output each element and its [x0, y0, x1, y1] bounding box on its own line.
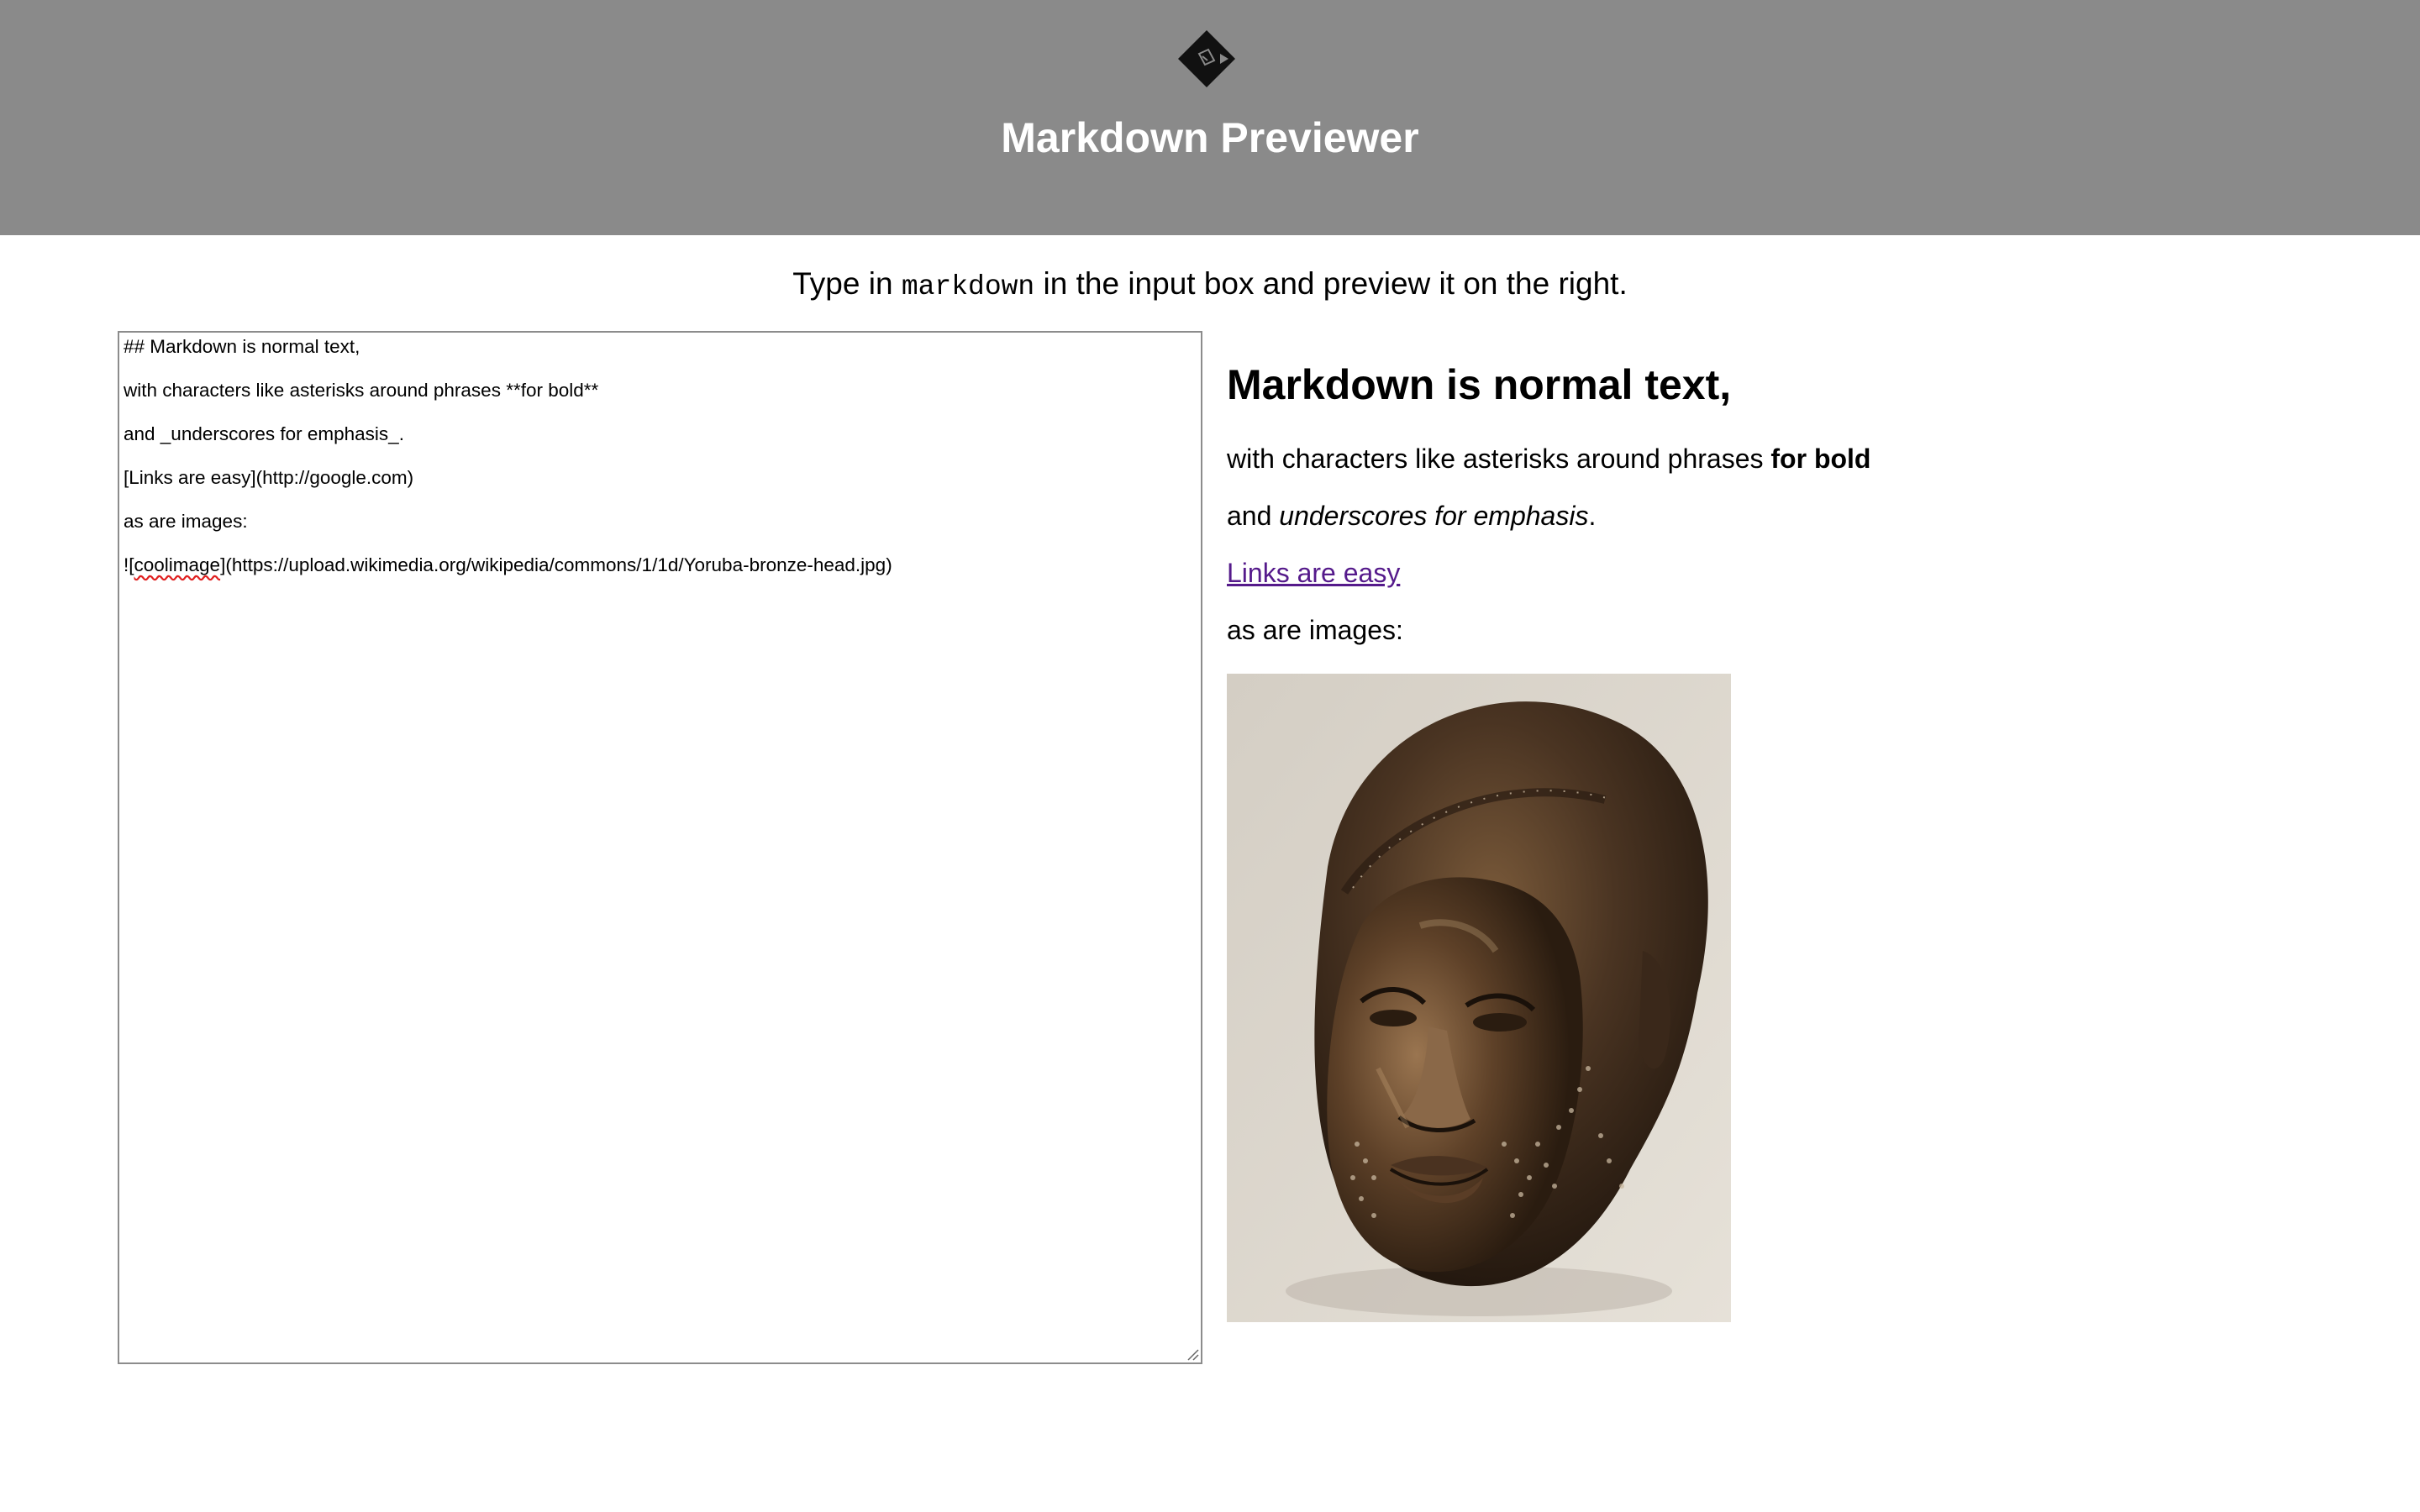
editor-line: ## Markdown is normal text, [124, 336, 360, 357]
editor-line: with characters like asterisks around ph… [124, 380, 599, 401]
intro-before: Type in [792, 266, 902, 301]
editor-line: as are images: [124, 511, 248, 532]
editor-image-prefix: ![ [124, 554, 134, 575]
editor-image-suffix: ](https://upload.wikimedia.org/wikipedia… [220, 554, 892, 575]
preview-emphasis-text: underscores for emphasis [1279, 501, 1589, 531]
markdown-diamond-logo-icon [1178, 30, 1235, 87]
editor-line: and _underscores for emphasis_. [124, 423, 404, 444]
preview-bold-text: for bold [1770, 444, 1871, 474]
intro-text: Type in markdown in the input box and pr… [0, 264, 2420, 307]
misspelled-word: coolimage [134, 554, 221, 575]
intro-code: markdown [901, 271, 1035, 302]
page-title: Markdown Previewer [1001, 114, 1419, 161]
preview-p2-after: . [1588, 501, 1597, 531]
preview-p2-before: and [1227, 501, 1280, 531]
resize-grip-icon[interactable] [1186, 1347, 1199, 1361]
header-banner: Markdown Previewer [0, 0, 2420, 235]
preview-paragraph-bold: with characters like asterisks around ph… [1227, 442, 1870, 475]
preview-link[interactable]: Links are easy [1227, 558, 1400, 588]
preview-pane: Markdown is normal text, with characters… [1227, 331, 2319, 1364]
preview-paragraph-link: Links are easy [1227, 556, 1400, 590]
markdown-input-textarea[interactable]: ## Markdown is normal text, with charact… [118, 331, 1202, 1364]
preview-paragraph-images: as are images: [1227, 615, 1403, 645]
preview-heading: Markdown is normal text, [1227, 361, 1732, 408]
editor-line-image: ![coolimage](https://upload.wikimedia.or… [124, 554, 1197, 576]
preview-image-yoruba-bronze-head [1227, 674, 1731, 1322]
intro-after: in the input box and preview it on the r… [1034, 266, 1628, 301]
editor-line: [Links are easy](http://google.com) [124, 467, 414, 488]
preview-p1-text: with characters like asterisks around ph… [1227, 444, 1771, 474]
preview-paragraph-emphasis: and underscores for emphasis. [1227, 499, 1596, 533]
